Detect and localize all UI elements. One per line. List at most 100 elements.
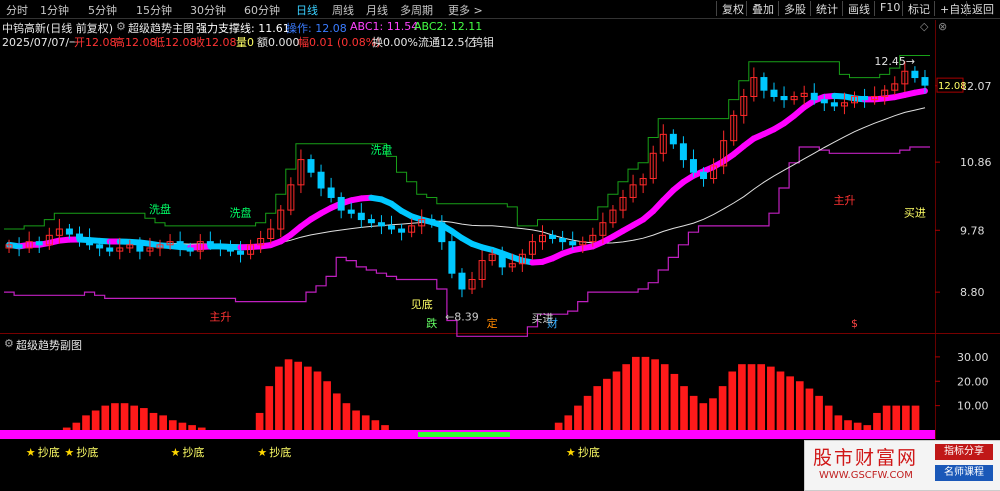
sub-bar	[690, 396, 698, 430]
annotation-label: 洗盘	[149, 202, 171, 216]
buy-signal-label: 抄底	[38, 445, 60, 459]
star-icon: ★	[26, 446, 36, 459]
sub-bar	[661, 364, 669, 430]
sub-bar	[285, 359, 293, 430]
candle-body	[399, 229, 405, 232]
candle-body	[238, 251, 244, 254]
candle-body	[97, 245, 103, 248]
sub-bar	[593, 386, 601, 430]
watermark-main: 股市财富网	[813, 443, 918, 470]
buy-signal-label: 抄底	[76, 445, 98, 459]
candle-body	[207, 242, 213, 245]
sub-bar	[169, 420, 177, 430]
sub-bar	[343, 403, 351, 430]
sub-bar	[198, 428, 206, 430]
candle-body	[560, 238, 566, 241]
candle-body	[16, 245, 22, 248]
sub-bar	[796, 381, 804, 430]
candle-body	[499, 254, 505, 267]
sub-bar	[130, 406, 138, 430]
candle-body	[389, 226, 395, 229]
sub-tick-label: 30.00	[957, 351, 989, 364]
sub-bar	[728, 372, 736, 431]
annotation-label: 买进	[531, 312, 553, 325]
sub-bar	[111, 403, 119, 430]
candle-body	[107, 248, 113, 251]
candle-body	[922, 78, 928, 86]
sub-bar	[362, 415, 370, 430]
candle-body	[761, 78, 767, 91]
annotation-label: 洗盘	[370, 142, 392, 156]
candle-body	[821, 100, 827, 103]
price-tick-label: 10.86	[960, 156, 992, 169]
annotation-label: 买进	[904, 206, 926, 219]
candle-body	[378, 223, 384, 226]
sub-bar	[159, 415, 167, 430]
star-icon: ★	[257, 446, 267, 459]
sub-bar	[352, 411, 360, 431]
candle-body	[862, 96, 868, 99]
sub-bar	[651, 359, 659, 430]
sub-tick-label: 20.00	[957, 375, 989, 388]
sub-bar	[574, 406, 582, 430]
price-tick-label: 9.78	[960, 224, 985, 237]
sub-bar	[101, 406, 109, 430]
star-icon: ★	[566, 446, 576, 459]
watermark-badge-1: 指标分享	[935, 444, 993, 460]
sub-bar	[613, 372, 621, 431]
annotation-label: 12.45→	[874, 55, 915, 68]
sub-bar	[632, 357, 640, 430]
sub-bar	[150, 413, 158, 430]
sub-bar	[902, 406, 910, 430]
sub-bar	[709, 398, 717, 430]
candle-body	[328, 188, 334, 197]
sub-bar	[584, 396, 592, 430]
candle-body	[358, 213, 364, 219]
sub-tick-label: 10.00	[957, 400, 989, 413]
star-icon: ★	[64, 446, 74, 459]
sub-bar	[73, 423, 81, 430]
sub-bar	[873, 413, 881, 430]
sub-bar	[140, 408, 148, 430]
buy-signal-label: 抄底	[578, 445, 600, 459]
star-icon: ★	[170, 446, 180, 459]
candle-body	[459, 273, 465, 289]
candle-body	[348, 210, 354, 213]
sub-bar	[555, 423, 563, 430]
sub-bar	[294, 362, 302, 430]
price-tick-label: 8.80	[960, 286, 985, 299]
candle-body	[439, 223, 445, 242]
candle-body	[771, 90, 777, 96]
candle-body	[36, 242, 42, 245]
annotation-label: 跌	[426, 316, 437, 330]
chart-canvas[interactable]: 12.0710.869.788.8012.08洗盘洗盘洗盘见底←8.39主升主升…	[0, 0, 1000, 489]
buy-signal-label: 抄底	[182, 445, 204, 459]
sub-bar	[333, 393, 341, 430]
sub-bar	[806, 389, 814, 430]
sub-bar	[314, 372, 322, 431]
candle-body	[338, 197, 344, 210]
candle-body	[368, 220, 374, 223]
annotation-label: 主升	[209, 311, 231, 324]
sub-bar	[748, 364, 756, 430]
candle-body	[227, 248, 233, 251]
watermark-logo: 股市财富网 WWW.GSCFW.COM 指标分享 名师课程	[804, 440, 1000, 491]
sub-bar	[738, 364, 746, 430]
candle-body	[87, 238, 93, 244]
sub-bar	[265, 386, 273, 430]
sub-bar	[777, 372, 785, 431]
candle-body	[570, 242, 576, 245]
sub-bar	[92, 411, 100, 431]
sub-bar	[381, 425, 389, 430]
sub-bar	[883, 406, 891, 430]
sub-bar	[82, 415, 90, 430]
sub-green-segment	[418, 432, 510, 437]
candle-body	[781, 96, 787, 99]
sub-bar	[304, 367, 312, 430]
sub-bar	[179, 423, 187, 430]
candle-body	[670, 134, 676, 143]
sub-bar	[892, 406, 900, 430]
candle-body	[429, 220, 435, 223]
sub-bar	[825, 406, 833, 430]
sub-bar	[680, 386, 688, 430]
